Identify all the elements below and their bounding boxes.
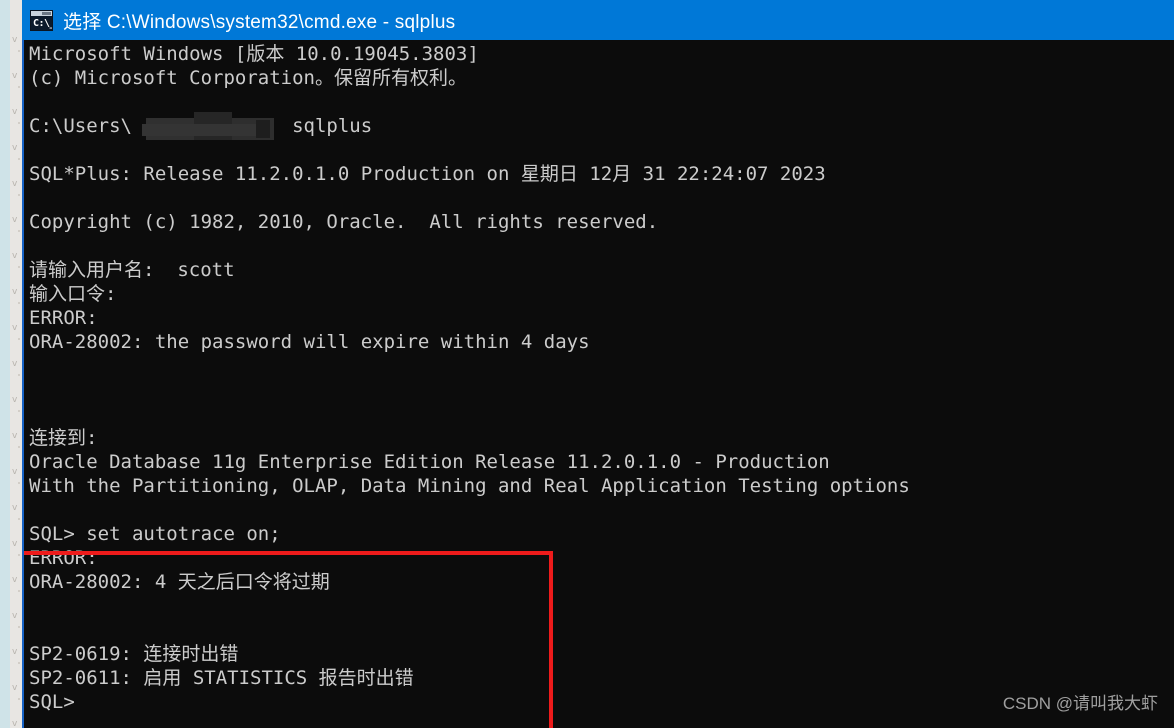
gutter-chevron-icon: v	[12, 575, 18, 585]
gutter-dot-icon	[18, 518, 20, 520]
gutter-chevron-icon: v	[12, 71, 18, 81]
cmd-icon-titlestrip	[31, 10, 52, 16]
gutter-dot-icon	[18, 302, 20, 304]
console-line: SP2-0619: 连接时出错	[29, 643, 239, 665]
gutter-chevron-icon: v	[12, 611, 18, 621]
console-line: SQL>	[29, 691, 87, 713]
editor-gutter-marks: v v v v v v v v v v v v v v v v v v v v	[10, 0, 22, 728]
console-line: ERROR:	[29, 307, 98, 329]
gutter-dot-icon	[18, 482, 20, 484]
gutter-chevron-icon: v	[12, 35, 18, 45]
editor-gutter-accent	[0, 0, 10, 728]
gutter-chevron-icon: v	[12, 719, 18, 728]
gutter-chevron-icon: v	[12, 503, 18, 513]
window-title: 选择 C:\Windows\system32\cmd.exe - sqlplus	[63, 11, 456, 33]
gutter-chevron-icon: v	[12, 431, 18, 441]
console-line: (c) Microsoft Corporation。保留所有权利。	[29, 67, 467, 89]
gutter-chevron-icon: v	[12, 251, 18, 261]
gutter-chevron-icon: v	[12, 467, 18, 477]
console-line: ERROR:	[29, 547, 98, 569]
gutter-dot-icon	[18, 158, 20, 160]
console-line: SQL> set autotrace on;	[29, 523, 281, 545]
console-text: Microsoft Windows [版本 10.0.19045.3803] (c…	[29, 42, 910, 714]
username-redaction-block	[256, 120, 270, 138]
gutter-dot-icon	[18, 662, 20, 664]
console-line: ORA-28002: the password will expire with…	[29, 331, 590, 353]
csdn-watermark: CSDN @请叫我大虾	[1002, 694, 1158, 713]
gutter-dot-icon	[18, 410, 20, 412]
gutter-dot-icon	[18, 590, 20, 592]
console-output-area[interactable]: Microsoft Windows [版本 10.0.19045.3803] (c…	[22, 40, 1174, 728]
gutter-dot-icon	[18, 266, 20, 268]
gutter-dot-icon	[18, 50, 20, 52]
gutter-dot-icon	[18, 698, 20, 700]
gutter-chevron-icon: v	[12, 143, 18, 153]
gutter-dot-icon	[18, 374, 20, 376]
gutter-dot-icon	[18, 446, 20, 448]
gutter-dot-icon	[18, 86, 20, 88]
gutter-chevron-icon: v	[12, 107, 18, 117]
console-line: ORA-28002: 4 天之后口令将过期	[29, 571, 330, 593]
gutter-dot-icon	[18, 230, 20, 232]
console-line: SQL*Plus: Release 11.2.0.1.0 Production …	[29, 163, 826, 185]
window-titlebar[interactable]: C:\_ 选择 C:\Windows\system32\cmd.exe - sq…	[22, 0, 1174, 40]
console-line: 连接到:	[29, 427, 98, 449]
gutter-chevron-icon: v	[12, 395, 18, 405]
console-line: With the Partitioning, OLAP, Data Mining…	[29, 475, 910, 497]
gutter-dot-icon	[18, 626, 20, 628]
gutter-chevron-icon: v	[12, 359, 18, 369]
console-line: Microsoft Windows [版本 10.0.19045.3803]	[29, 43, 479, 65]
gutter-chevron-icon: v	[12, 683, 18, 693]
console-line: 输入口令:	[29, 283, 117, 305]
gutter-chevron-icon: v	[12, 539, 18, 549]
gutter-chevron-icon: v	[12, 179, 18, 189]
cmd-window: C:\_ 选择 C:\Windows\system32\cmd.exe - sq…	[22, 0, 1174, 728]
cmd-icon-prompt: C:\_	[33, 17, 53, 29]
gutter-chevron-icon: v	[12, 215, 18, 225]
gutter-chevron-icon: v	[12, 287, 18, 297]
console-line: Copyright (c) 1982, 2010, Oracle. All ri…	[29, 211, 659, 233]
gutter-dot-icon	[18, 194, 20, 196]
gutter-dot-icon	[18, 122, 20, 124]
username-redaction-block	[142, 124, 260, 136]
console-line: 请输入用户名: scott	[29, 259, 235, 281]
console-line: Oracle Database 11g Enterprise Edition R…	[29, 451, 830, 473]
screenshot-root: v v v v v v v v v v v v v v v v v v v v C:\_ 选择 C:\Windows\…	[0, 0, 1174, 728]
gutter-chevron-icon: v	[12, 647, 18, 657]
cmd-exe-icon: C:\_	[30, 9, 53, 31]
console-line: SP2-0611: 启用 STATISTICS 报告时出错	[29, 667, 414, 689]
gutter-chevron-icon: v	[12, 323, 18, 333]
gutter-dot-icon	[18, 338, 20, 340]
gutter-dot-icon	[18, 554, 20, 556]
